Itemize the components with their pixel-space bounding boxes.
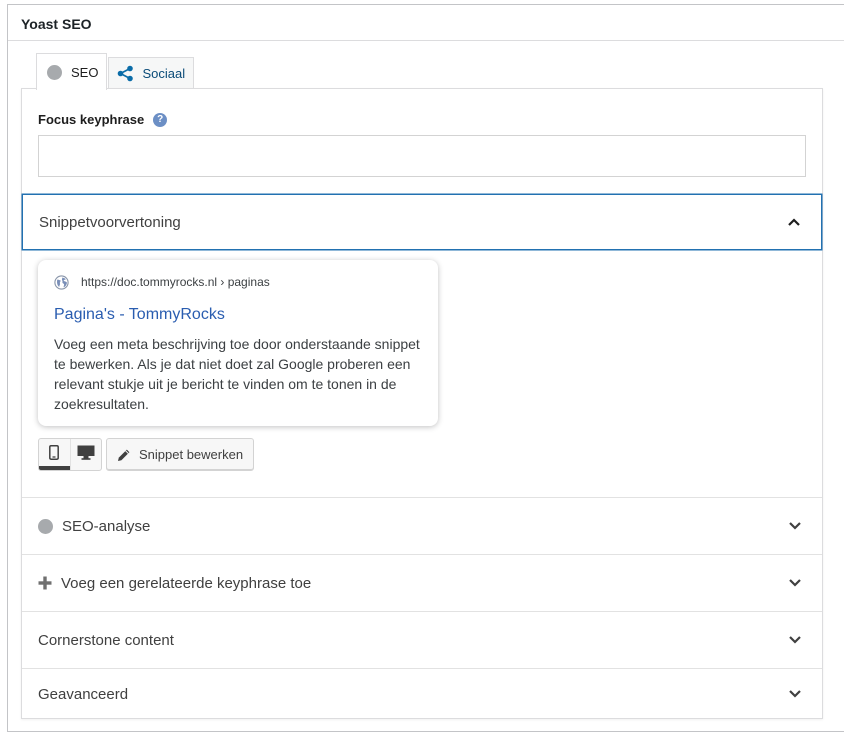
seo-analysis-label: SEO-analyse [62,517,151,535]
chevron-down-icon [788,689,802,699]
snippet-title[interactable]: Pagina's - TommyRocks [54,306,422,324]
chevron-down-icon [788,635,802,645]
cornerstone-label: Cornerstone content [38,631,174,649]
tab-seo-label: SEO [71,64,99,80]
advanced-section-toggle[interactable]: Geavanceerd [22,668,822,719]
google-snippet-preview: https://doc.tommyrocks.nl › paginas Pagi… [38,260,438,426]
chevron-down-icon [788,521,802,531]
desktop-icon [77,445,95,465]
seo-analysis-status-dot-icon [38,518,53,534]
metabox-title[interactable]: Yoast SEO [8,5,844,41]
snippet-description: Voeg een meta beschrijving toe door onde… [54,336,420,412]
preview-mode-toggle [38,438,102,471]
advanced-label: Geavanceerd [38,685,129,703]
desktop-preview-button[interactable] [69,439,101,470]
seo-analysis-section-toggle[interactable]: SEO-analyse [22,497,822,554]
chevron-down-icon [788,578,802,588]
mobile-icon [49,444,60,465]
seo-status-dot-icon [47,64,62,80]
related-keyphrase-section-toggle[interactable]: Voeg een gerelateerde keyphrase toe [22,554,822,611]
seo-panel: Focus keyphrase ? Snippetvoorvertoning h… [21,88,823,719]
yoast-metabox: Yoast SEO SEO Sociaal Focus keyphrase ? [7,4,844,732]
snippet-preview-section-label: Snippetvoorvertoning [39,213,181,231]
chevron-up-icon [787,217,801,227]
focus-keyphrase-label: Focus keyphrase ? [38,112,168,127]
snippet-url-row: https://doc.tommyrocks.nl › paginas [54,274,422,290]
pencil-icon [117,448,131,462]
tab-social-label: Sociaal [142,66,186,81]
focus-keyphrase-label-text: Focus keyphrase [38,112,145,127]
snippet-url: https://doc.tommyrocks.nl › paginas [81,275,270,289]
tab-seo[interactable]: SEO [36,53,108,90]
globe-icon [54,274,69,290]
edit-snippet-label: Snippet bewerken [139,447,244,462]
metabox-tabs: SEO Sociaal [36,53,195,90]
cornerstone-section-toggle[interactable]: Cornerstone content [22,611,822,668]
tab-social[interactable]: Sociaal [108,57,195,89]
help-icon[interactable]: ? [153,112,168,127]
related-keyphrase-label: Voeg een gerelateerde keyphrase toe [61,574,312,592]
edit-snippet-button[interactable]: Snippet bewerken [106,438,255,471]
share-icon [117,65,134,82]
focus-keyphrase-input[interactable] [38,135,806,177]
snippet-preview-section-toggle[interactable]: Snippetvoorvertoning [22,194,822,250]
mobile-preview-button[interactable] [39,439,70,470]
plus-icon [38,576,52,590]
